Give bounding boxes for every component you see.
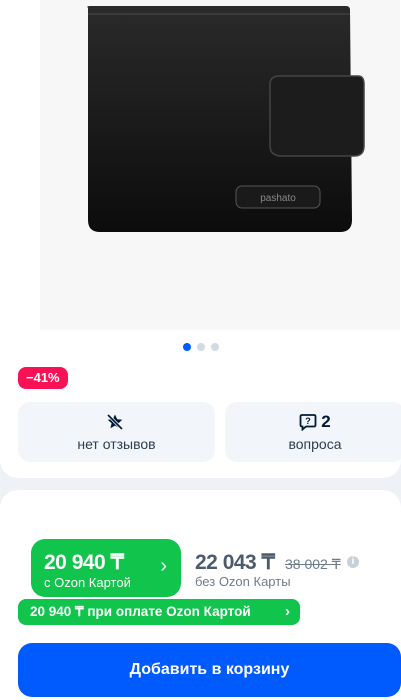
old-price: 38 002 ₸ [285,556,341,572]
chevron-right-icon: › [285,603,290,620]
ozon-card-price-label: с Ozon Картой [44,575,131,590]
reviews-tile[interactable]: нет отзывов [18,402,215,462]
reviews-label: нет отзывов [77,436,156,452]
ozon-card-banner[interactable]: 20 940 ₸ при оплате Ozon Картой › [18,599,300,625]
pagination-dot-1[interactable] [182,343,191,351]
pagination-dot-2[interactable] [196,343,205,351]
discount-badge: −41% [18,367,68,389]
add-to-cart-button[interactable]: Добавить в корзину [18,643,401,697]
svg-text:?: ? [306,416,312,426]
product-photo[interactable]: pashato [40,0,400,330]
questions-label: вопроса [288,436,342,452]
ozon-card-price: 20 940 ₸ [44,551,124,574]
question-icon: ? [299,414,317,431]
questions-tile[interactable]: ? 2 вопроса [225,402,401,462]
star-off-icon [106,413,123,431]
product-card: pashato −41% нет отзывов ? 2 вопроса [0,0,401,478]
ozon-card-price-button[interactable]: 20 940 ₸ с Ozon Картой › [31,539,181,597]
chevron-right-icon: › [160,555,167,577]
regular-price: 22 043 ₸ [195,551,275,574]
info-icon[interactable]: i [347,556,359,568]
wallet-image: pashato [87,6,365,232]
questions-count: 2 [321,412,331,431]
brand-logo-text: pashato [260,193,296,204]
pagination-dot-3[interactable] [210,343,219,351]
ozon-card-banner-text: 20 940 ₸ при оплате Ozon Картой [30,604,251,619]
gallery-pagination [0,343,401,355]
regular-price-label: без Ozon Карты [195,574,291,589]
